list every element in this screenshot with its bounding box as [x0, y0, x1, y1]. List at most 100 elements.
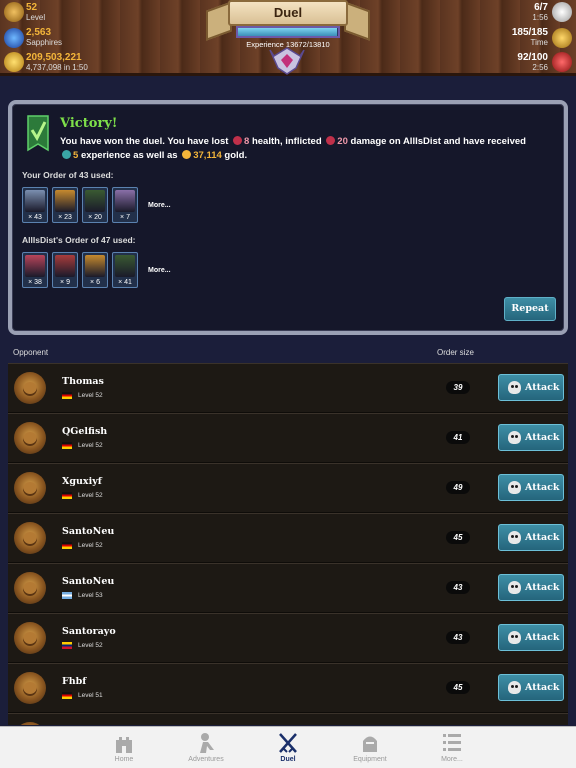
order-size: 45: [446, 681, 470, 694]
card[interactable]: × 7: [112, 187, 138, 223]
boots-icon: [55, 190, 75, 212]
table-row[interactable]: Santorayo Level 52 43 Attack: [8, 613, 568, 663]
opponent-list[interactable]: Thomas Level 52 39 Attack QGelfish Level…: [8, 363, 568, 725]
summary-text-5: gold.: [224, 150, 248, 161]
time-stat: 185/185 Time: [512, 28, 548, 48]
flag-icon: [62, 542, 72, 549]
tab-more[interactable]: More...: [411, 727, 493, 768]
opponent-name: SantoNeu: [62, 526, 115, 537]
lion-emblem-icon: [14, 472, 46, 504]
attack-label: Attack: [525, 682, 560, 693]
order-size: 49: [446, 481, 470, 494]
skull-icon: [508, 431, 521, 444]
table-row[interactable]: SantoNeu Level 53 43 Attack: [8, 563, 568, 613]
table-row[interactable]: Thomas Level 52 39 Attack: [8, 363, 568, 413]
order-size: 43: [446, 581, 470, 594]
opponent-level: Level 51: [78, 692, 103, 699]
attack-button[interactable]: Attack: [498, 524, 564, 551]
gold-gain: 37,114: [193, 150, 222, 161]
attack-button[interactable]: Attack: [498, 474, 564, 501]
tab-home[interactable]: Home: [83, 727, 165, 768]
table-row[interactable]: SantoNeu Level 52 45 Attack: [8, 513, 568, 563]
opponent-name: SantoNeu: [62, 576, 115, 587]
card-count: × 20: [88, 214, 102, 221]
enemy-order-label: AllIsDist's Order of 47 used:: [22, 235, 136, 245]
sapphires-stat: 2,563 Sapphires: [26, 28, 62, 48]
table-row[interactable]: Fhbf Level 51 45 Attack: [8, 663, 568, 713]
victory-banner-icon: [27, 115, 49, 152]
experience-bar: [236, 26, 340, 38]
more-link[interactable]: More...: [148, 202, 171, 209]
tab-adventures[interactable]: Adventures: [165, 727, 247, 768]
table-row[interactable]: Xguxiyf Level 52 49 Attack: [8, 463, 568, 513]
card[interactable]: × 38: [22, 252, 48, 288]
attack-label: Attack: [525, 482, 560, 493]
card[interactable]: × 6: [82, 252, 108, 288]
opponent-level: Level 52: [78, 392, 103, 399]
castle-icon: [116, 737, 132, 753]
card[interactable]: × 41: [112, 252, 138, 288]
table-row[interactable]: [8, 713, 568, 725]
flag-icon: [62, 492, 72, 499]
card[interactable]: × 43: [22, 187, 48, 223]
lion-emblem-icon: [14, 672, 46, 704]
lion-emblem-icon: [14, 722, 46, 725]
tab-label: Duel: [280, 756, 296, 763]
card[interactable]: × 9: [52, 252, 78, 288]
duels-stat: 6/7 1:56: [532, 3, 548, 23]
lion-emblem-icon: [14, 422, 46, 454]
summary-text-4: experience as well as: [80, 150, 178, 161]
summary-text-1: You have won the duel. You have lost: [60, 136, 229, 147]
attack-label: Attack: [525, 382, 560, 393]
tab-equipment[interactable]: Equipment: [329, 727, 411, 768]
health-value: 92/100: [517, 52, 548, 63]
lost-health: 8: [244, 136, 250, 147]
card[interactable]: × 23: [52, 187, 78, 223]
sapphire-icon: [4, 28, 24, 48]
table-row[interactable]: QGelfish Level 52 41 Attack: [8, 413, 568, 463]
skull-icon: [508, 581, 521, 594]
card[interactable]: × 20: [82, 187, 108, 223]
opponent-level: Level 52: [78, 542, 103, 549]
attack-button[interactable]: Attack: [498, 674, 564, 701]
flag-icon: [62, 442, 72, 449]
crossed-swords-icon: [279, 733, 297, 753]
opponent-level: Level 53: [78, 592, 103, 599]
skull-icon: [508, 681, 521, 694]
time-label: Time: [530, 38, 548, 47]
time-value: 185/185: [511, 27, 548, 38]
card-count: × 43: [28, 214, 42, 221]
attack-label: Attack: [525, 632, 560, 643]
attack-button[interactable]: Attack: [498, 624, 564, 651]
level-label: Level: [26, 13, 46, 22]
gold-stat: 209,503,221 4,737,098 in 1:50: [26, 53, 88, 73]
opponent-level: Level 52: [78, 642, 103, 649]
tab-duel[interactable]: Duel: [247, 727, 329, 768]
attack-label: Attack: [525, 582, 560, 593]
opponent-name: Thomas: [62, 376, 104, 387]
card-count: × 23: [58, 214, 72, 221]
gold-coin-icon: [182, 150, 192, 159]
list-icon: [443, 734, 461, 751]
hood-icon: [85, 190, 105, 212]
your-cards: × 43 × 23 × 20 × 7 More...: [22, 187, 171, 223]
adventurer-icon: [200, 733, 214, 753]
summary-text-2: health, inflicted: [251, 136, 322, 147]
axe-icon: [25, 255, 45, 277]
opponent-level: Level 52: [78, 492, 103, 499]
more-link[interactable]: More...: [148, 267, 171, 274]
gold-income: 4,737,098 in 1:50: [26, 63, 88, 72]
gold-coin-icon: [4, 52, 24, 72]
victory-summary: You have won the duel. You have lost 8 h…: [60, 135, 560, 163]
claw-icon: [25, 190, 45, 212]
opponent-name: Santorayo: [62, 626, 116, 637]
attack-button[interactable]: Attack: [498, 424, 564, 451]
health-potion-icon: [552, 52, 572, 72]
bottom-tab-bar: Home Adventures Duel Equipment More...: [0, 726, 576, 768]
health-stat: 92/100 2:56: [517, 53, 548, 73]
repeat-button[interactable]: Repeat: [504, 297, 556, 321]
attack-button[interactable]: Attack: [498, 574, 564, 601]
duel-emblem-icon: [269, 47, 305, 75]
attack-button[interactable]: Attack: [498, 374, 564, 401]
lion-emblem-icon: [14, 572, 46, 604]
